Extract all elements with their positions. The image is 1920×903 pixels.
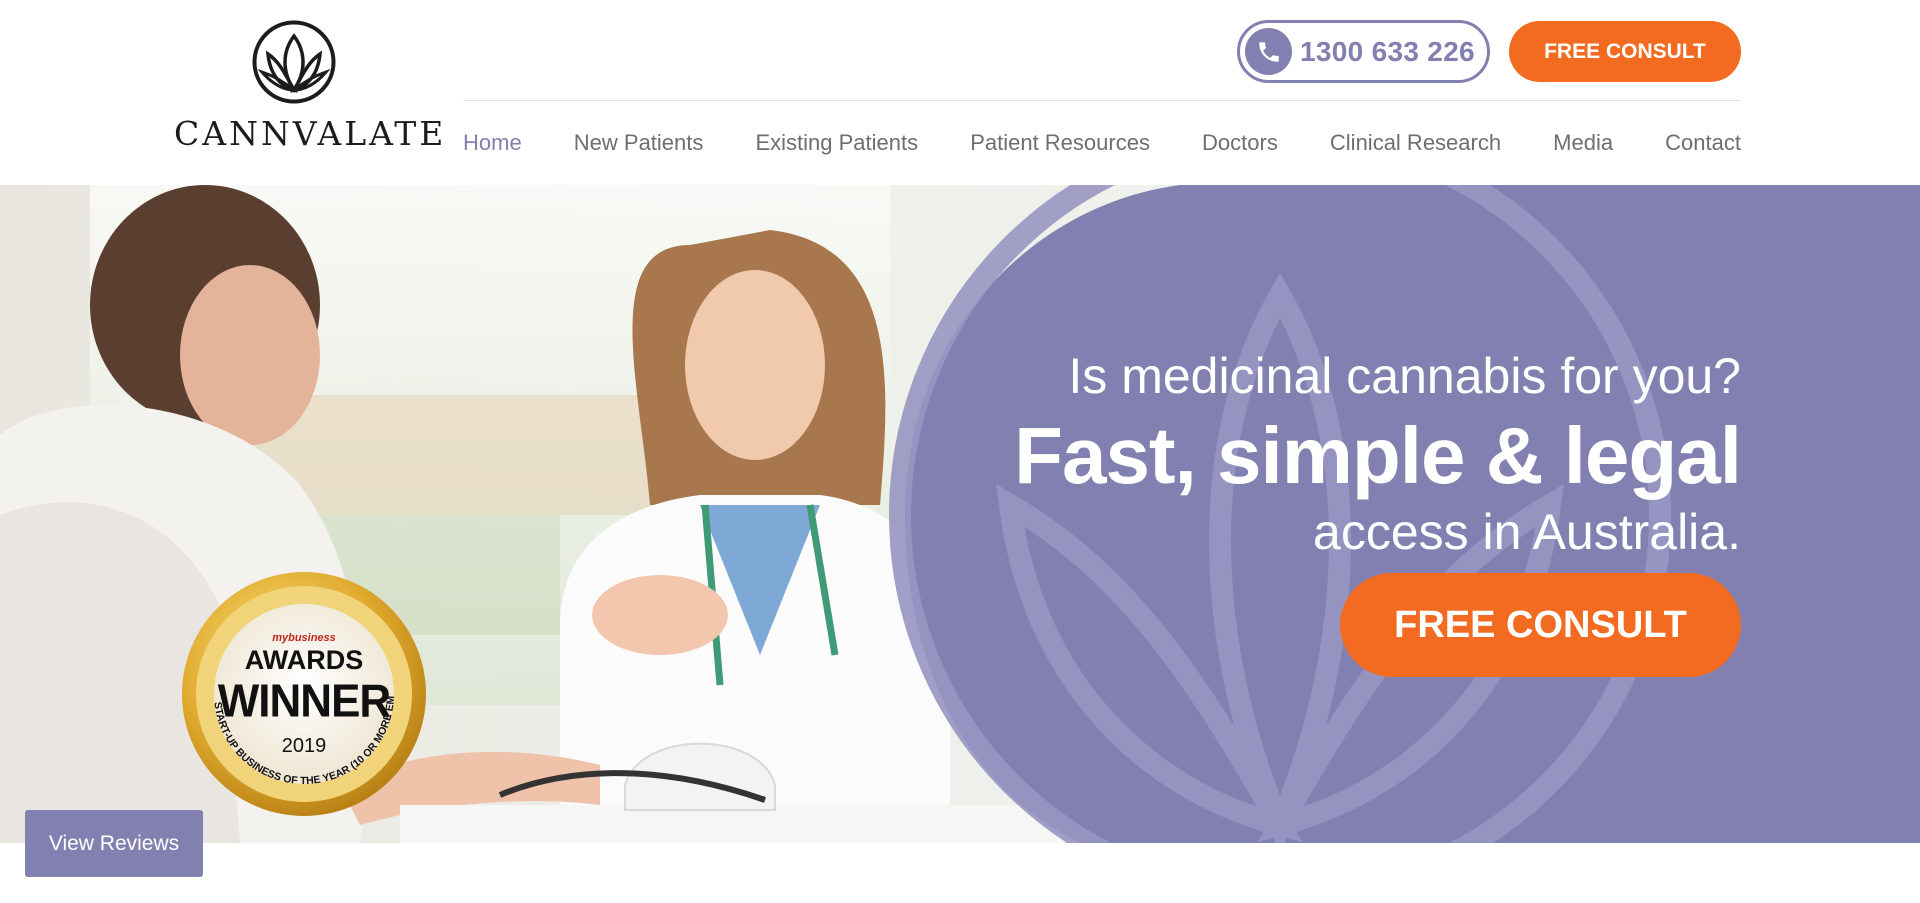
phone-number: 1300 633 226 <box>1300 35 1475 67</box>
phone-button[interactable]: 1300 633 226 <box>1237 20 1490 83</box>
nav-item-media[interactable]: Media <box>1553 130 1613 156</box>
main-nav: Home New Patients Existing Patients Pati… <box>463 128 1741 158</box>
brand-name: CANNVALATE <box>174 114 447 153</box>
header-divider <box>463 100 1741 101</box>
nav-item-existing-patients[interactable]: Existing Patients <box>755 130 918 156</box>
nav-item-clinical-research[interactable]: Clinical Research <box>1330 130 1501 156</box>
header-free-consult-button[interactable]: FREE CONSULT <box>1509 21 1741 82</box>
view-reviews-button[interactable]: View Reviews <box>25 810 203 877</box>
award-title: AWARDS <box>244 645 364 675</box>
hero-banner: Is medicinal cannabis for you? Fast, sim… <box>0 185 1920 843</box>
nav-item-doctors[interactable]: Doctors <box>1202 130 1278 156</box>
hero-free-consult-button[interactable]: FREE CONSULT <box>1340 573 1741 677</box>
award-badge: START-UP BUSINESS OF THE YEAR (10 OR MOR… <box>180 570 428 818</box>
hero-question: Is medicinal cannabis for you? <box>1068 348 1741 404</box>
nav-item-patient-resources[interactable]: Patient Resources <box>970 130 1150 156</box>
nav-item-home[interactable]: Home <box>463 130 522 156</box>
lotus-leaf-icon <box>252 20 336 104</box>
award-brand: mybusiness <box>272 632 336 644</box>
award-headline: WINNER <box>217 675 391 728</box>
site-header: CANNVALATE 1300 633 226 FREE CONSULT Hom… <box>0 0 1920 185</box>
phone-icon <box>1245 28 1292 75</box>
brand-logo[interactable]: CANNVALATE <box>174 20 447 155</box>
hero-subline: access in Australia. <box>1313 504 1741 560</box>
award-year: 2019 <box>281 735 327 757</box>
hero-headline: Fast, simple & legal <box>1014 411 1742 500</box>
nav-item-contact[interactable]: Contact <box>1665 130 1741 156</box>
nav-item-new-patients[interactable]: New Patients <box>574 130 704 156</box>
